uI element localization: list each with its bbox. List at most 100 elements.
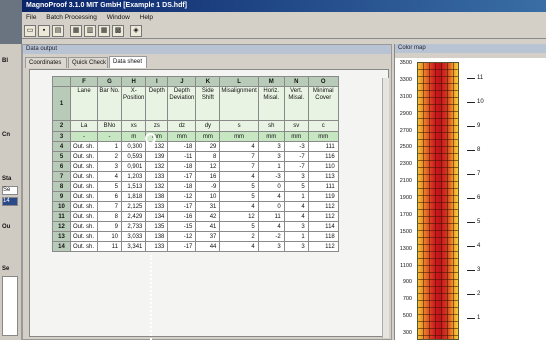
table-cell[interactable]: 4 <box>283 201 309 212</box>
table-cell[interactable]: sv <box>283 120 309 132</box>
table-cell[interactable]: 119 <box>307 191 339 202</box>
table-cell[interactable]: -7 <box>283 161 309 172</box>
table-cell[interactable]: 4 <box>257 221 285 232</box>
menu-help[interactable]: Help <box>140 14 153 21</box>
table-cell[interactable]: -7 <box>283 151 309 162</box>
table-cell[interactable]: 12 <box>195 161 221 172</box>
table-cell[interactable]: 111 <box>307 141 339 152</box>
table-cell[interactable]: 7 <box>219 151 259 162</box>
sidebar-field-se[interactable]: Se <box>2 186 18 195</box>
table-cell[interactable]: 0,593 <box>121 151 147 162</box>
table-cell[interactable]: 1,818 <box>121 191 147 202</box>
table-cell[interactable]: sh <box>257 120 285 132</box>
table-cell[interactable]: 0,300 <box>121 141 147 152</box>
table-cell[interactable]: 5 <box>97 181 123 192</box>
table-cell[interactable]: 41 <box>195 221 221 232</box>
table-cell[interactable]: Lane <box>69 86 99 121</box>
vertical-scrollbar[interactable] <box>382 78 389 338</box>
table-cell[interactable]: mm <box>257 131 285 142</box>
table-cell[interactable]: 1,513 <box>121 181 147 192</box>
table-cell[interactable]: 1 <box>283 191 309 202</box>
table-cell[interactable]: -12 <box>167 191 197 202</box>
table-cell[interactable]: 12 <box>219 211 259 222</box>
corner-cell[interactable] <box>52 76 71 87</box>
row-number[interactable]: 13 <box>52 231 71 242</box>
table-cell[interactable]: 138 <box>145 231 169 242</box>
table-cell[interactable]: 10 <box>97 231 123 242</box>
table-cell[interactable]: -16 <box>167 211 197 222</box>
table-cell[interactable]: 132 <box>145 161 169 172</box>
table-cell[interactable]: Bar No. <box>97 86 123 121</box>
table-cell[interactable]: 118 <box>307 231 339 242</box>
table-cell[interactable]: 4 <box>219 171 259 182</box>
table-cell[interactable]: 2 <box>97 151 123 162</box>
table-cell[interactable]: 3 <box>257 141 285 152</box>
table-cell[interactable]: 132 <box>145 181 169 192</box>
row-number[interactable]: 8 <box>52 181 71 192</box>
table-cell[interactable]: Minimal Cover <box>307 86 339 121</box>
tab-data-sheet[interactable]: Data sheet <box>109 56 147 68</box>
tab-quick-check[interactable]: Quick Check <box>68 57 108 68</box>
column-letter[interactable]: F <box>69 76 99 87</box>
table-cell[interactable]: BNo <box>97 120 123 132</box>
table-cell[interactable]: Out. sh. <box>69 201 99 212</box>
settings-icon[interactable]: ◈ <box>130 25 142 37</box>
table-cell[interactable]: Horiz. Misal. <box>257 86 285 121</box>
column-letter[interactable]: K <box>195 76 221 87</box>
table-cell[interactable]: 116 <box>307 151 339 162</box>
table-cell[interactable]: 1 <box>257 161 285 172</box>
view-map-icon[interactable]: ▩ <box>112 25 124 37</box>
table-cell[interactable]: 0,901 <box>121 161 147 172</box>
row-number[interactable]: 12 <box>52 221 71 232</box>
table-cell[interactable]: Side Shift <box>195 86 221 121</box>
sidebar-field-14[interactable]: 14 <box>2 197 18 206</box>
table-cell[interactable]: mm <box>283 131 309 142</box>
table-cell[interactable]: 8 <box>97 211 123 222</box>
column-letter[interactable]: M <box>257 76 285 87</box>
table-cell[interactable]: 4 <box>283 211 309 222</box>
table-cell[interactable]: 134 <box>145 211 169 222</box>
table-cell[interactable]: 42 <box>195 211 221 222</box>
view-grid-icon[interactable]: ▦ <box>70 25 82 37</box>
table-cell[interactable]: Out. sh. <box>69 161 99 172</box>
table-cell[interactable]: s <box>219 120 259 132</box>
table-cell[interactable]: -17 <box>167 241 197 252</box>
table-cell[interactable]: -3 <box>283 141 309 152</box>
table-cell[interactable]: 44 <box>195 241 221 252</box>
table-cell[interactable]: -11 <box>167 151 197 162</box>
table-cell[interactable]: Depth Deviation <box>167 86 197 121</box>
table-cell[interactable]: mm <box>307 131 339 142</box>
table-cell[interactable]: 11 <box>97 241 123 252</box>
save-icon[interactable]: ▪ <box>38 25 50 37</box>
table-cell[interactable]: 133 <box>145 171 169 182</box>
table-cell[interactable]: 138 <box>145 191 169 202</box>
table-cell[interactable]: dz <box>167 120 197 132</box>
table-cell[interactable]: 3 <box>283 171 309 182</box>
table-cell[interactable]: 4 <box>219 201 259 212</box>
table-cell[interactable]: 3 <box>257 151 285 162</box>
table-cell[interactable]: 3 <box>257 241 285 252</box>
print-icon[interactable]: ▤ <box>52 25 64 37</box>
table-cell[interactable]: mm <box>167 131 197 142</box>
table-cell[interactable]: 3,033 <box>121 231 147 242</box>
table-cell[interactable]: 29 <box>195 141 221 152</box>
table-cell[interactable]: -9 <box>195 181 221 192</box>
table-cell[interactable]: 2,429 <box>121 211 147 222</box>
tab-coordinates[interactable]: Coordinates <box>25 57 67 68</box>
table-cell[interactable]: 3 <box>97 161 123 172</box>
table-cell[interactable]: Vert. Misal. <box>283 86 309 121</box>
table-cell[interactable]: 112 <box>307 211 339 222</box>
table-cell[interactable]: -17 <box>167 201 197 212</box>
row-number[interactable]: 11 <box>52 211 71 222</box>
table-cell[interactable]: 2 <box>219 231 259 242</box>
table-cell[interactable]: 4 <box>219 141 259 152</box>
table-cell[interactable]: 133 <box>145 241 169 252</box>
row-number[interactable]: 14 <box>52 241 71 252</box>
table-cell[interactable]: 139 <box>145 151 169 162</box>
table-cell[interactable]: -12 <box>167 231 197 242</box>
row-number[interactable]: 4 <box>52 141 71 152</box>
row-number[interactable]: 9 <box>52 191 71 202</box>
table-cell[interactable]: -17 <box>167 171 197 182</box>
table-cell[interactable]: mm <box>219 131 259 142</box>
table-cell[interactable]: 3,341 <box>121 241 147 252</box>
